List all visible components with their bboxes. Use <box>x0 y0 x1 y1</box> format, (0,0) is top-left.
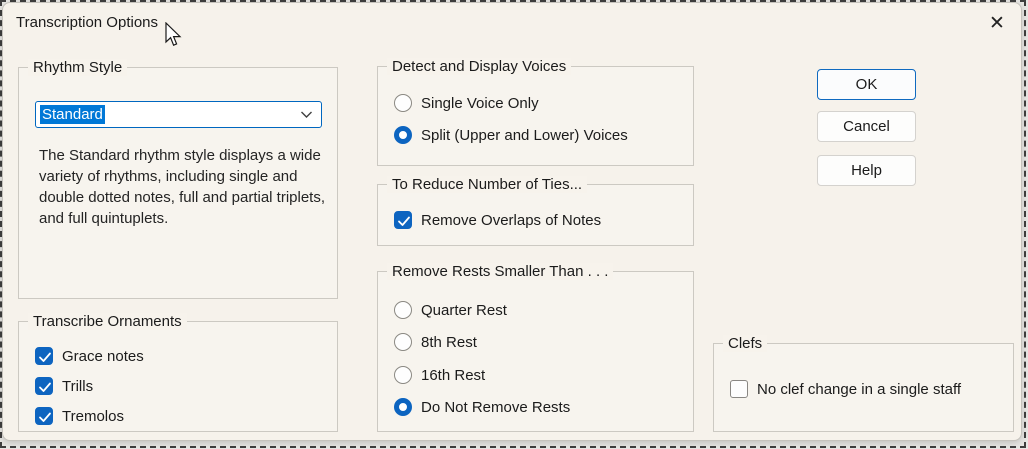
checkbox-label: No clef change in a single staff <box>757 380 962 398</box>
tremolos-checkbox[interactable]: Tremolos <box>35 407 124 425</box>
radio-unselected-icon <box>394 301 412 319</box>
close-button[interactable]: ✕ <box>983 9 1011 37</box>
checkbox-checked-icon <box>394 211 412 229</box>
rhythm-style-description: The Standard rhythm style displays a wid… <box>39 147 326 227</box>
clefs-group-label: Clefs <box>723 335 768 352</box>
rhythm-style-group: Rhythm Style Standard The Standard rhyth… <box>18 59 338 299</box>
radio-label: 16th Rest <box>421 366 486 384</box>
checkbox-label: Grace notes <box>62 347 144 365</box>
radio-label: Single Voice Only <box>421 94 539 112</box>
radio-label: Quarter Rest <box>421 301 507 319</box>
remove-rests-group: Remove Rests Smaller Than . . . Quarter … <box>377 263 694 432</box>
clefs-group: Clefs No clef change in a single staff <box>713 335 1014 432</box>
grace-notes-checkbox[interactable]: Grace notes <box>35 347 144 365</box>
checkbox-checked-icon <box>35 377 53 395</box>
radio-unselected-icon <box>394 366 412 384</box>
checkbox-checked-icon <box>35 407 53 425</box>
8th-rest-radio[interactable]: 8th Rest <box>394 333 477 351</box>
transcription-options-dialog: Transcription Options ✕ Rhythm Style Sta… <box>2 2 1022 441</box>
dialog-title: Transcription Options <box>16 14 159 31</box>
transcribe-ornaments-group-label: Transcribe Ornaments <box>28 313 187 330</box>
radio-unselected-icon <box>394 94 412 112</box>
trills-checkbox[interactable]: Trills <box>35 377 93 395</box>
ok-button[interactable]: OK <box>817 69 916 100</box>
reduce-ties-group: To Reduce Number of Ties... Remove Overl… <box>377 176 694 246</box>
checkbox-label: Remove Overlaps of Notes <box>421 211 602 229</box>
checkbox-checked-icon <box>35 347 53 365</box>
do-not-remove-rests-radio[interactable]: Do Not Remove Rests <box>394 398 570 416</box>
radio-label: 8th Rest <box>421 333 477 351</box>
remove-overlaps-checkbox[interactable]: Remove Overlaps of Notes <box>394 211 601 229</box>
radio-selected-icon <box>394 126 412 144</box>
detect-voices-group-label: Detect and Display Voices <box>387 58 572 75</box>
rhythm-style-group-label: Rhythm Style <box>28 59 128 76</box>
mouse-cursor-icon <box>165 22 182 46</box>
help-button[interactable]: Help <box>817 155 916 186</box>
checkbox-label: Tremolos <box>62 407 124 425</box>
radio-unselected-icon <box>394 333 412 351</box>
no-clef-change-checkbox[interactable]: No clef change in a single staff <box>730 380 961 398</box>
checkbox-unchecked-icon <box>730 380 748 398</box>
rhythm-style-selected-value: Standard <box>40 105 105 124</box>
16th-rest-radio[interactable]: 16th Rest <box>394 366 485 384</box>
quarter-rest-radio[interactable]: Quarter Rest <box>394 301 507 319</box>
single-voice-only-radio[interactable]: Single Voice Only <box>394 94 539 112</box>
rhythm-style-dropdown[interactable]: Standard <box>35 101 322 128</box>
chevron-down-icon <box>300 110 313 119</box>
radio-label: Split (Upper and Lower) Voices <box>421 126 628 144</box>
cancel-button[interactable]: Cancel <box>817 111 916 142</box>
transcribe-ornaments-group: Transcribe Ornaments Grace notes Trills … <box>18 313 338 432</box>
radio-label: Do Not Remove Rests <box>421 398 571 416</box>
radio-selected-icon <box>394 398 412 416</box>
close-icon: ✕ <box>989 12 1005 34</box>
remove-rests-group-label: Remove Rests Smaller Than . . . <box>387 263 614 280</box>
split-voices-radio[interactable]: Split (Upper and Lower) Voices <box>394 126 628 144</box>
reduce-ties-group-label: To Reduce Number of Ties... <box>387 176 588 193</box>
detect-voices-group: Detect and Display Voices Single Voice O… <box>377 58 694 166</box>
checkbox-label: Trills <box>62 377 94 395</box>
